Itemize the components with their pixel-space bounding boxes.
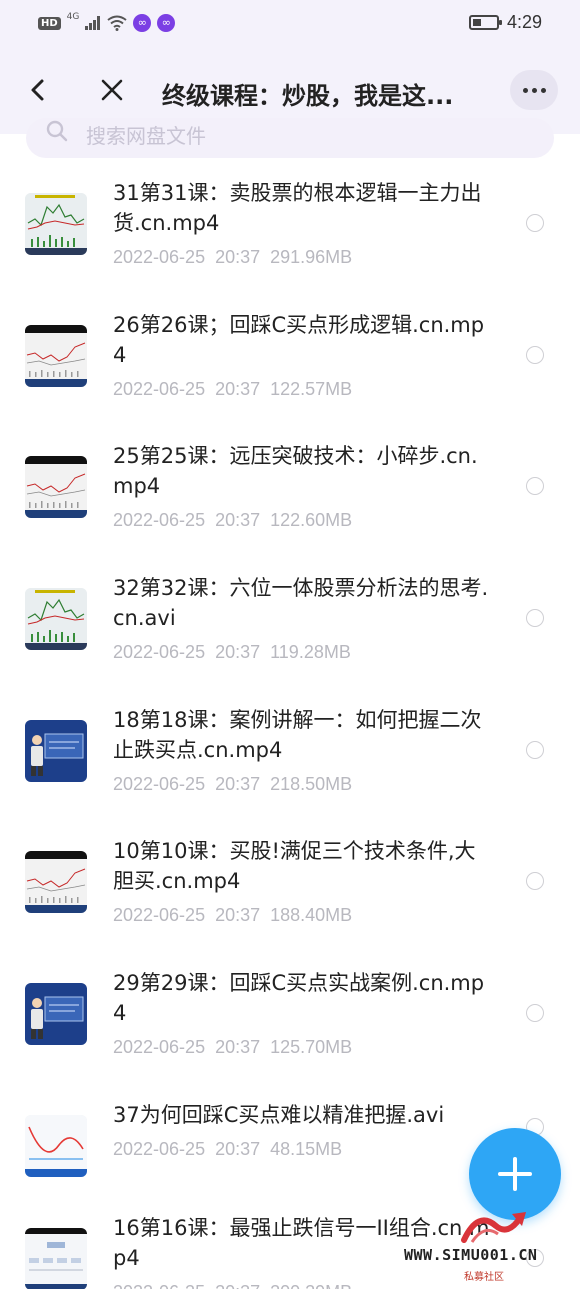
file-meta: 2022-06-25 20:37 291.96MB: [113, 247, 362, 268]
file-size: 188.40MB: [270, 905, 353, 925]
hd-icon: HD: [38, 16, 61, 30]
file-size: 122.60MB: [270, 510, 353, 530]
file-date: 2022-06-25: [113, 774, 206, 794]
file-time: 20:37: [215, 774, 261, 794]
select-radio[interactable]: [526, 741, 544, 759]
file-meta: 2022-06-25 20:37 48.15MB: [113, 1139, 352, 1160]
video-thumbnail: [25, 1228, 87, 1289]
network-label: 4G: [66, 12, 80, 22]
page-title: 终级课程：炒股，我是这...: [162, 82, 454, 110]
video-thumbnail: [25, 1115, 87, 1177]
wifi-icon: [107, 15, 127, 31]
clock: 4:29: [506, 12, 542, 32]
file-time: 20:37: [215, 1282, 260, 1289]
file-time: 20:37: [215, 1037, 261, 1057]
video-thumbnail: [25, 720, 87, 782]
video-thumbnail: [25, 325, 87, 387]
status-right: 4:29: [468, 12, 542, 33]
file-time: 20:37: [215, 905, 261, 925]
file-name: 18第18课：案例讲解一：如何把握二次止跌买点.cn.mp4: [113, 708, 482, 762]
select-radio[interactable]: [526, 1004, 544, 1022]
file-name: 29第29课：回踩C买点实战案例.cn.mp4: [113, 971, 485, 1025]
file-name: 26第26课；回踩C买点形成逻辑.cn.mp4: [113, 313, 485, 367]
file-row[interactable]: 26第26课；回踩C买点形成逻辑.cn.mp4 2022-06-25 20:37 12…: [0, 310, 580, 440]
video-thumbnail: [25, 456, 87, 518]
file-name: 10第10课：买股!满促三个技术条件,大胆买.cn.mp4: [113, 839, 476, 893]
app-notification-icon: ∞: [133, 14, 152, 32]
watermark-logo: [461, 1212, 526, 1243]
file-date: 2022-06-25: [113, 1282, 205, 1289]
battery-icon: [468, 15, 502, 30]
file-row[interactable]: 18第18课：案例讲解一：如何把握二次止跌买点.cn.mp4 2022-06-25…: [0, 705, 580, 835]
video-thumbnail: [25, 983, 87, 1045]
file-date: 2022-06-25: [113, 1037, 206, 1057]
file-name: 31第31课：卖股票的根本逻辑一主力出货.cn.mp4: [113, 181, 482, 235]
file-name: 32第32课：六位一体股票分析法的思考.cn.avi: [113, 576, 489, 630]
file-row[interactable]: 29第29课：回踩C买点实战案例.cn.mp4 2022-06-25 20:37 12…: [0, 968, 580, 1098]
file-time: 20:37: [215, 642, 261, 662]
file-size: 125.70MB: [270, 1037, 353, 1057]
file-meta: 2022-06-25 20:37 122.57MB: [113, 379, 362, 400]
file-date: 2022-06-25: [113, 247, 206, 267]
file-time: 20:37: [215, 510, 261, 530]
file-date: 2022-06-25: [113, 1139, 206, 1159]
app-notification-icon-2: ∞: [157, 14, 176, 32]
file-name: 37为何回踩C买点难以精准把握.avi: [113, 1103, 445, 1127]
file-size: 291.96MB: [270, 247, 353, 267]
watermark-text: WWW.SIMU001.CN: [404, 1246, 538, 1264]
search-input[interactable]: 搜索网盘文件: [26, 118, 554, 158]
select-radio[interactable]: [526, 346, 544, 364]
watermark-subtext: 私募社区: [464, 1272, 504, 1283]
status-left: HD 4G ∞ ∞: [38, 12, 176, 32]
file-date: 2022-06-25: [113, 379, 206, 399]
file-date: 2022-06-25: [113, 905, 206, 925]
chevron-left-icon[interactable]: [24, 74, 52, 106]
search-placeholder: 搜索网盘文件: [86, 124, 206, 148]
select-radio[interactable]: [526, 214, 544, 232]
file-meta: 2022-06-25 20:37 125.70MB: [113, 1037, 362, 1058]
file-size: 200.29MB: [270, 1282, 352, 1289]
file-meta: 2022-06-25 20:37 119.28MB: [113, 642, 361, 663]
file-time: 20:37: [215, 379, 261, 399]
file-date: 2022-06-25: [113, 642, 206, 662]
file-time: 20:37: [215, 1139, 261, 1159]
select-radio[interactable]: [526, 477, 544, 495]
file-date: 2022-06-25: [113, 510, 206, 530]
file-meta: 2022-06-25 20:37 188.40MB: [113, 905, 362, 926]
file-meta: 2022-06-25 20:37 218.50MB: [113, 774, 362, 795]
file-row[interactable]: 25第25课：远压突破技术：小碎步.cn.mp4 2022-06-25 20:37 1…: [0, 441, 580, 571]
video-thumbnail: [25, 851, 87, 913]
file-row[interactable]: 31第31课：卖股票的根本逻辑一主力出货.cn.mp4 2022-06-25 20:…: [0, 178, 580, 308]
search-icon: [46, 120, 68, 142]
video-thumbnail: [25, 193, 87, 255]
file-time: 20:37: [215, 247, 261, 267]
file-size: 122.57MB: [270, 379, 353, 399]
watermark: WWW.SIMU001.CN 私募社区: [400, 1206, 580, 1289]
select-radio[interactable]: [526, 609, 544, 627]
status-bar: HD 4G ∞ ∞ 4:29: [0, 0, 580, 48]
signal-icon: [85, 16, 101, 30]
file-row[interactable]: 10第10课：买股!满促三个技术条件,大胆买.cn.mp4 2022-06-25 2…: [0, 836, 580, 966]
file-size: 218.50MB: [270, 774, 353, 794]
close-icon[interactable]: [96, 74, 128, 106]
file-size: 48.15MB: [270, 1139, 343, 1159]
file-meta: 2022-06-25 20:37 122.60MB: [113, 510, 362, 531]
more-dots-icon[interactable]: [510, 70, 558, 110]
file-row[interactable]: 32第32课：六位一体股票分析法的思考.cn.avi 2022-06-25 20:3…: [0, 573, 580, 703]
video-thumbnail: [25, 588, 87, 650]
file-size: 119.28MB: [270, 642, 351, 662]
select-radio[interactable]: [526, 872, 544, 890]
file-name: 25第25课：远压突破技术：小碎步.cn.mp4: [113, 444, 478, 498]
file-meta: 2022-06-25 20:37 200.29MB: [113, 1282, 362, 1289]
